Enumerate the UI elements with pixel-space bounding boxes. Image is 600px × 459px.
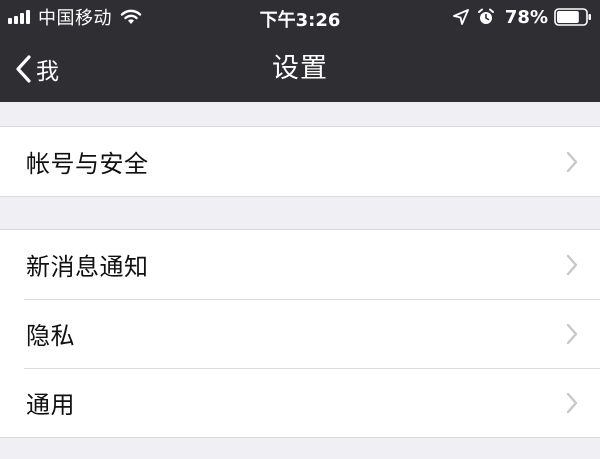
settings-item-notifications[interactable]: 新消息通知 <box>0 230 600 299</box>
settings-item-privacy[interactable]: 隐私 <box>0 299 600 368</box>
battery-icon <box>554 8 591 26</box>
settings-group-account: 帐号与安全 <box>0 126 600 197</box>
navigation-bar: 我 设置 <box>0 36 600 102</box>
settings-item-label: 通用 <box>26 391 75 419</box>
alarm-clock-icon <box>477 8 494 24</box>
settings-item-label: 隐私 <box>26 322 75 350</box>
status-right: 78% <box>453 6 592 28</box>
settings-group-general: 新消息通知 隐私 通用 <box>0 229 600 438</box>
chevron-right-icon <box>566 323 578 344</box>
battery-percentage: 78% <box>504 6 548 28</box>
settings-item-account-security[interactable]: 帐号与安全 <box>0 127 600 196</box>
status-bar: 中国移动 下午3:26 78% <box>0 0 600 34</box>
settings-item-label: 帐号与安全 <box>26 150 149 178</box>
header: 中国移动 下午3:26 78% 我 设置 <box>0 0 600 102</box>
page-title: 设置 <box>272 53 328 84</box>
location-arrow-icon <box>453 9 469 25</box>
chevron-right-icon <box>566 254 578 275</box>
chevron-right-icon <box>566 151 578 172</box>
settings-item-label: 新消息通知 <box>26 253 149 281</box>
chevron-right-icon <box>566 392 578 413</box>
settings-item-general[interactable]: 通用 <box>0 368 600 437</box>
